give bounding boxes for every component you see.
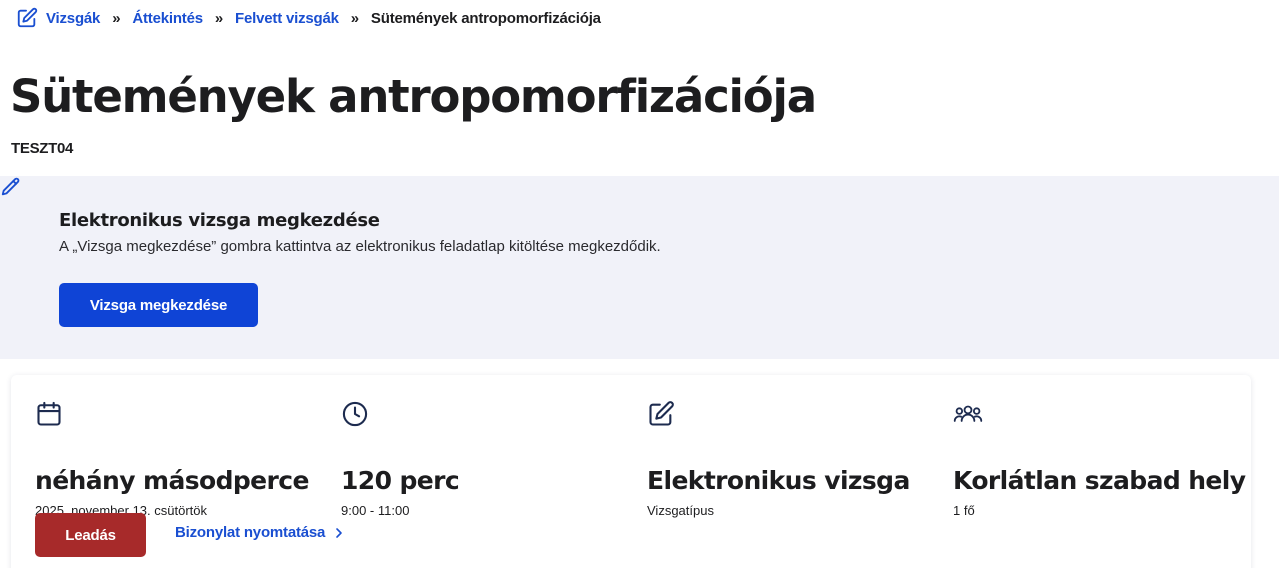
breadcrumb-separator: » [214, 9, 224, 27]
calendar-icon [35, 400, 63, 428]
exam-start-panel [0, 176, 1279, 359]
exam-type-label: Vizsgatípus [647, 503, 714, 518]
exam-seats-value: Korlátlan szabad hely [953, 466, 1246, 495]
course-code: TESZT04 [11, 140, 74, 157]
breadcrumb-separator: » [350, 9, 359, 27]
breadcrumb-current: Sütemények antropomorfizációja [370, 9, 601, 27]
breadcrumb: Vizsgák » Áttekintés » Felvett vizsgák »… [16, 7, 601, 29]
breadcrumb-separator: » [112, 9, 121, 27]
exam-start-title: Elektronikus vizsga megkezdése [59, 210, 380, 231]
chevron-right-icon [335, 527, 343, 539]
exam-time-value: néhány másodperce [35, 466, 309, 495]
breadcrumb-link-vizsgak[interactable]: Vizsgák [46, 10, 100, 27]
exam-time-range: 9:00 - 11:00 [341, 503, 410, 518]
exam-type-value: Elektronikus vizsga [647, 466, 910, 495]
print-receipt-link[interactable]: Bizonylat nyomtatása [175, 524, 343, 541]
start-exam-button[interactable]: Vizsga megkezdése [59, 283, 258, 327]
exam-participants: 1 fő [953, 503, 975, 518]
submit-button[interactable]: Leadás [35, 513, 146, 557]
exam-edit-icon [16, 7, 38, 29]
pencil-icon [0, 176, 22, 198]
breadcrumb-link-attekintes[interactable]: Áttekintés [132, 10, 203, 27]
exam-start-description: A „Vizsga megkezdése” gombra kattintva a… [59, 238, 661, 255]
page-title: Sütemények antropomorfizációja [10, 70, 817, 123]
clock-icon [341, 400, 369, 428]
exam-duration-value: 120 perc [341, 466, 460, 495]
print-receipt-label: Bizonylat nyomtatása [175, 524, 326, 541]
edit-icon [647, 400, 675, 428]
breadcrumb-link-felvett-vizsgak[interactable]: Felvett vizsgák [235, 10, 339, 27]
users-icon [953, 400, 983, 428]
